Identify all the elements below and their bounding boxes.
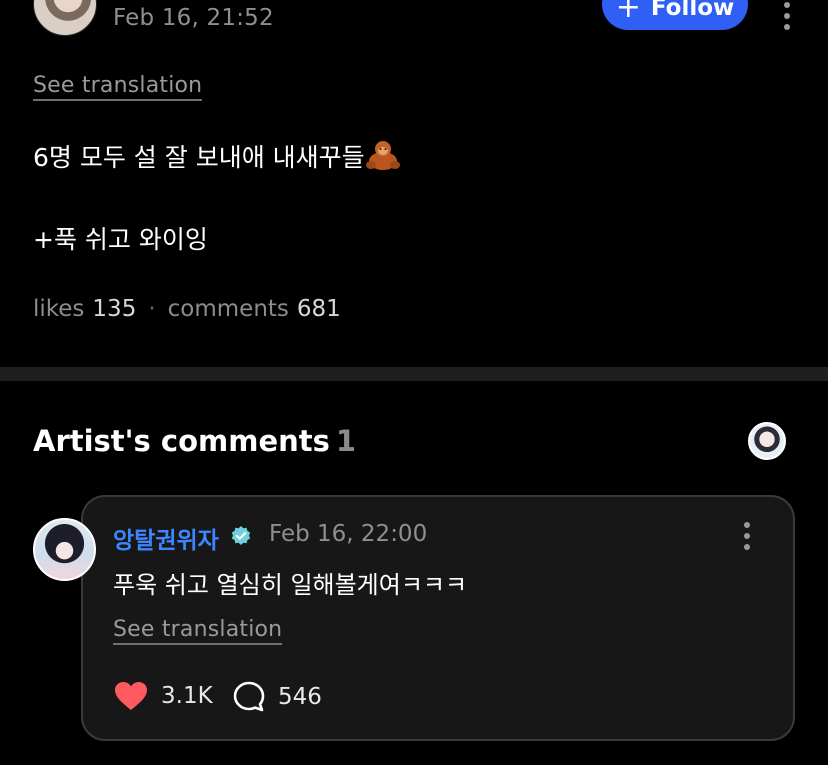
comment-date: Feb 16, 22:00 bbox=[269, 521, 428, 547]
comment-bubble-icon[interactable] bbox=[232, 680, 266, 714]
comment-reply-button[interactable]: 546 bbox=[232, 680, 322, 714]
more-vertical-icon[interactable] bbox=[742, 522, 752, 550]
plus-icon: + bbox=[615, 0, 641, 25]
likes-count: 135 bbox=[92, 296, 137, 322]
comment-see-translation-link[interactable]: See translation bbox=[113, 617, 283, 645]
orangutan-icon bbox=[365, 141, 400, 170]
verified-badge-icon bbox=[231, 526, 251, 545]
comment-author-avatar[interactable] bbox=[33, 518, 96, 581]
comment-replies-count: 546 bbox=[278, 684, 322, 710]
artist-comments-title: Artist's comments bbox=[33, 424, 330, 458]
comments-count[interactable]: 681 bbox=[297, 296, 341, 322]
comment-text: 푸욱 쉬고 열심히 일해볼게여ㅋㅋㅋ bbox=[113, 571, 468, 599]
artist-filter-avatar[interactable] bbox=[748, 422, 786, 460]
post-author-avatar[interactable] bbox=[33, 0, 97, 36]
comment-author-name[interactable]: 앙탈권위자 bbox=[113, 521, 219, 555]
more-vertical-icon[interactable] bbox=[782, 2, 792, 30]
section-divider bbox=[0, 367, 828, 381]
post-date: Feb 16, 21:52 bbox=[113, 5, 274, 31]
follow-label: Follow bbox=[650, 0, 735, 21]
post-text-1: 6명 모두 설 잘 보내애 내새꾸들 bbox=[33, 143, 365, 172]
see-translation-link[interactable]: See translation bbox=[33, 73, 203, 101]
heart-icon[interactable] bbox=[113, 680, 149, 712]
comment-like-button[interactable]: 3.1K bbox=[113, 680, 213, 712]
comment-likes-count: 3.1K bbox=[161, 683, 213, 709]
follow-button[interactable]: + Follow bbox=[602, 0, 748, 30]
artist-comments-count: 1 bbox=[335, 424, 357, 458]
artist-comments-heading: Artist's comments 1 bbox=[33, 424, 356, 458]
post-text-line-1: 6명 모두 설 잘 보내애 내새꾸들 bbox=[33, 138, 401, 174]
post-stats: likes 135 · comments 681 bbox=[33, 296, 341, 322]
post-text-line-2: +푹 쉬고 와이잉 bbox=[33, 225, 208, 254]
comments-label[interactable]: comments bbox=[168, 296, 289, 322]
stats-separator: · bbox=[148, 296, 156, 322]
likes-label: likes bbox=[33, 296, 85, 322]
